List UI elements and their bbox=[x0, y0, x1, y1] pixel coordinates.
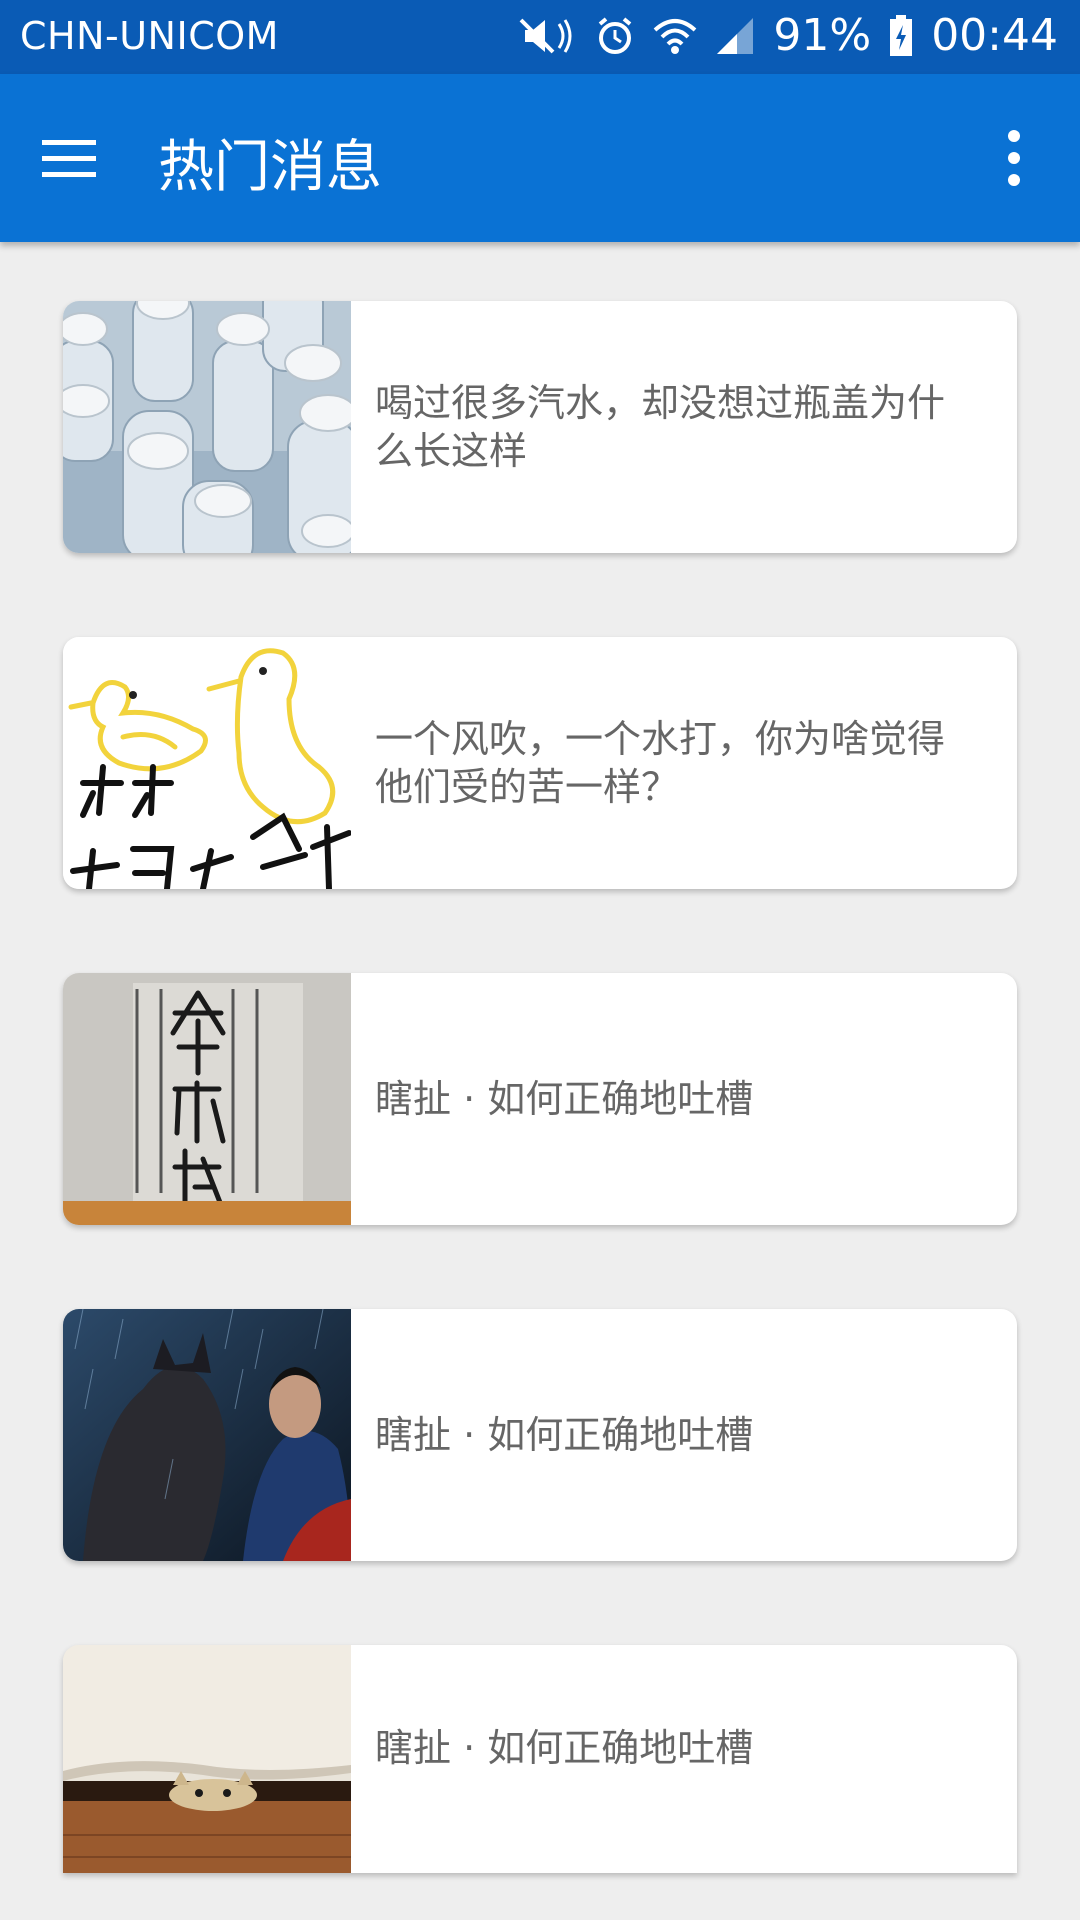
wifi-icon bbox=[653, 16, 697, 56]
signal-icon bbox=[715, 16, 755, 56]
news-card[interactable]: 瞎扯 · 如何正确地吐槽 bbox=[63, 1645, 1017, 1873]
clock-time: 00:44 bbox=[931, 10, 1058, 61]
news-card-title: 喝过很多汽水，却没想过瓶盖为什么长这样 bbox=[375, 381, 946, 473]
news-card[interactable]: 瞎扯 · 如何正确地吐槽 bbox=[63, 1309, 1017, 1561]
news-card-title: 瞎扯 · 如何正确地吐槽 bbox=[375, 1413, 754, 1457]
hamburger-menu-icon[interactable] bbox=[38, 128, 100, 188]
book-cover-image bbox=[63, 973, 351, 1225]
movie-still-image bbox=[63, 1309, 351, 1561]
news-card-title: 一个风吹，一个水打，你为啥觉得他们受的苦一样？ bbox=[375, 717, 946, 809]
status-icons: 91% 00:44 bbox=[519, 10, 1058, 61]
cat-under-sofa-image bbox=[63, 1645, 351, 1873]
status-bar: CHN-UNICOM 91% 00:44 bbox=[0, 0, 1080, 74]
alarm-icon bbox=[595, 16, 635, 56]
news-card[interactable]: 一个风吹，一个水打，你为啥觉得他们受的苦一样？ bbox=[63, 637, 1017, 889]
page-title: 热门消息 bbox=[158, 135, 382, 200]
carrier-label: CHN-UNICOM bbox=[20, 14, 279, 58]
water-bottles-image bbox=[63, 301, 351, 553]
news-card-title: 瞎扯 · 如何正确地吐槽 bbox=[375, 1077, 754, 1121]
mute-icon bbox=[519, 16, 577, 56]
app-bar: 热门消息 bbox=[0, 74, 1080, 242]
news-card[interactable]: 喝过很多汽水，却没想过瓶盖为什么长这样 bbox=[63, 301, 1017, 553]
duck-drawing-image bbox=[63, 637, 351, 889]
news-card-title: 瞎扯 · 如何正确地吐槽 bbox=[375, 1726, 754, 1770]
news-card[interactable]: 瞎扯 · 如何正确地吐槽 bbox=[63, 973, 1017, 1225]
battery-percent: 91% bbox=[773, 10, 872, 61]
more-vert-icon[interactable] bbox=[996, 124, 1032, 192]
battery-charging-icon bbox=[889, 14, 913, 57]
